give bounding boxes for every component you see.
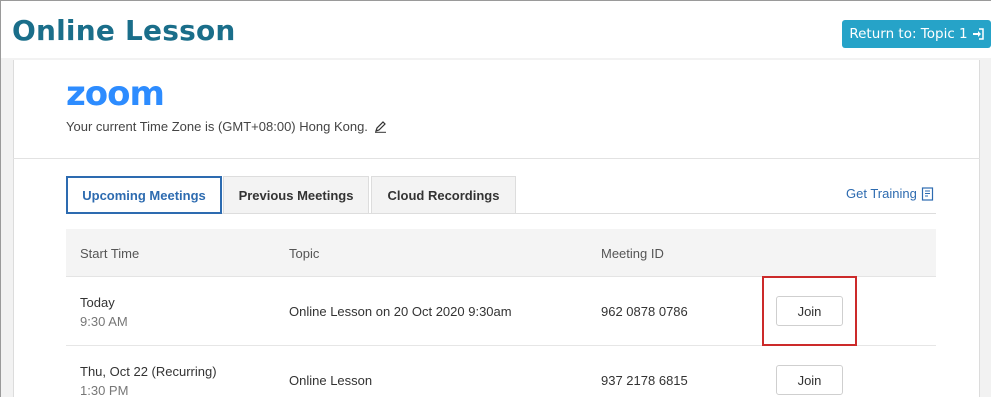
get-training-label: Get Training (846, 186, 917, 201)
table-row: Thu, Oct 22 (Recurring) 1:30 PM Online L… (66, 346, 936, 397)
meeting-id: 962 0878 0786 (601, 304, 688, 319)
tab-label: Previous Meetings (238, 187, 354, 203)
tab-previous-meetings[interactable]: Previous Meetings (223, 176, 369, 214)
meeting-id-cell: 937 2178 6815 (601, 346, 688, 397)
sign-in-icon (972, 28, 984, 40)
topic-cell: Online Lesson (289, 346, 372, 397)
meeting-topic: Online Lesson (289, 373, 373, 388)
column-header-start-time: Start Time (80, 245, 140, 261)
meeting-date: Today (80, 294, 115, 310)
start-time-cell: Thu, Oct 22 (Recurring) 1:30 PM (80, 346, 217, 397)
meetings-table-header: Start Time Topic Meeting ID (66, 229, 936, 277)
page-title: Online Lesson (12, 14, 236, 47)
book-icon (921, 186, 933, 201)
meeting-time: 9:30 AM (80, 313, 128, 329)
pencil-icon[interactable] (374, 120, 387, 133)
return-to-topic-button[interactable]: Return to: Topic 1 (842, 20, 991, 48)
timezone-text: Your current Time Zone is (GMT+08:00) Ho… (66, 119, 368, 134)
column-header-meeting-id: Meeting ID (601, 245, 664, 261)
get-training-link[interactable]: Get Training (846, 186, 934, 201)
tab-upcoming-meetings[interactable]: Upcoming Meetings (66, 176, 222, 214)
return-button-label: Return to: Topic 1 (849, 26, 968, 42)
tab-label: Upcoming Meetings (82, 187, 206, 203)
column-header-topic: Topic (289, 245, 320, 261)
join-highlight-box (762, 276, 857, 346)
timezone-info: Your current Time Zone is (GMT+08:00) Ho… (66, 119, 387, 134)
meeting-id-cell: 962 0878 0786 (601, 277, 688, 346)
meeting-date: Thu, Oct 22 (Recurring) (80, 363, 217, 379)
zoom-logo: zoom (66, 74, 165, 114)
meeting-time: 1:30 PM (80, 382, 129, 397)
tab-label: Cloud Recordings (387, 187, 500, 203)
tab-cloud-recordings[interactable]: Cloud Recordings (371, 176, 516, 214)
join-button[interactable]: Join (776, 365, 843, 395)
meeting-id: 937 2178 6815 (601, 373, 688, 388)
start-time-cell: Today 9:30 AM (80, 277, 128, 346)
topic-cell: Online Lesson on 20 Oct 2020 9:30am (289, 277, 512, 346)
meeting-topic: Online Lesson on 20 Oct 2020 9:30am (289, 304, 512, 319)
